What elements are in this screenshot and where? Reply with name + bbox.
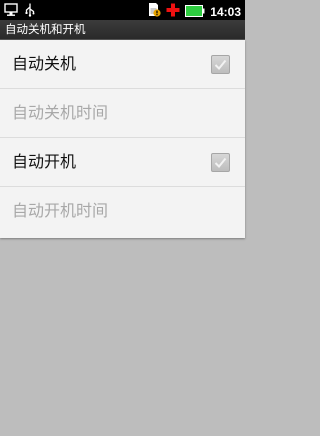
auto-power-on-checkbox[interactable] bbox=[211, 153, 230, 172]
auto-shutdown-checkbox[interactable] bbox=[211, 55, 230, 74]
battery-icon bbox=[185, 2, 205, 21]
title-bar: 自动关机和开机 bbox=[0, 20, 245, 40]
status-bar: 14:03 bbox=[0, 0, 245, 20]
checkmark-icon bbox=[214, 157, 227, 168]
auto-power-on-time-row[interactable]: 自动开机时间 bbox=[0, 187, 245, 236]
auto-shutdown-row[interactable]: 自动关机 bbox=[0, 40, 245, 89]
monitor-icon bbox=[4, 2, 18, 21]
auto-shutdown-label: 自动关机 bbox=[12, 54, 77, 73]
settings-list: 自动关机 自动关机时间 自动开机 自动开机时间 bbox=[0, 40, 245, 238]
checkmark-icon bbox=[214, 59, 227, 70]
usb-icon bbox=[24, 2, 36, 21]
auto-power-on-time-label: 自动开机时间 bbox=[12, 201, 109, 220]
auto-shutdown-time-label: 自动关机时间 bbox=[12, 103, 109, 122]
sim-warning-icon bbox=[148, 2, 161, 21]
page-title: 自动关机和开机 bbox=[5, 22, 86, 36]
auto-power-on-row[interactable]: 自动开机 bbox=[0, 138, 245, 187]
red-cross-icon bbox=[166, 2, 180, 21]
clock: 14:03 bbox=[210, 4, 241, 19]
auto-shutdown-time-row[interactable]: 自动关机时间 bbox=[0, 89, 245, 138]
auto-power-on-label: 自动开机 bbox=[12, 152, 77, 171]
